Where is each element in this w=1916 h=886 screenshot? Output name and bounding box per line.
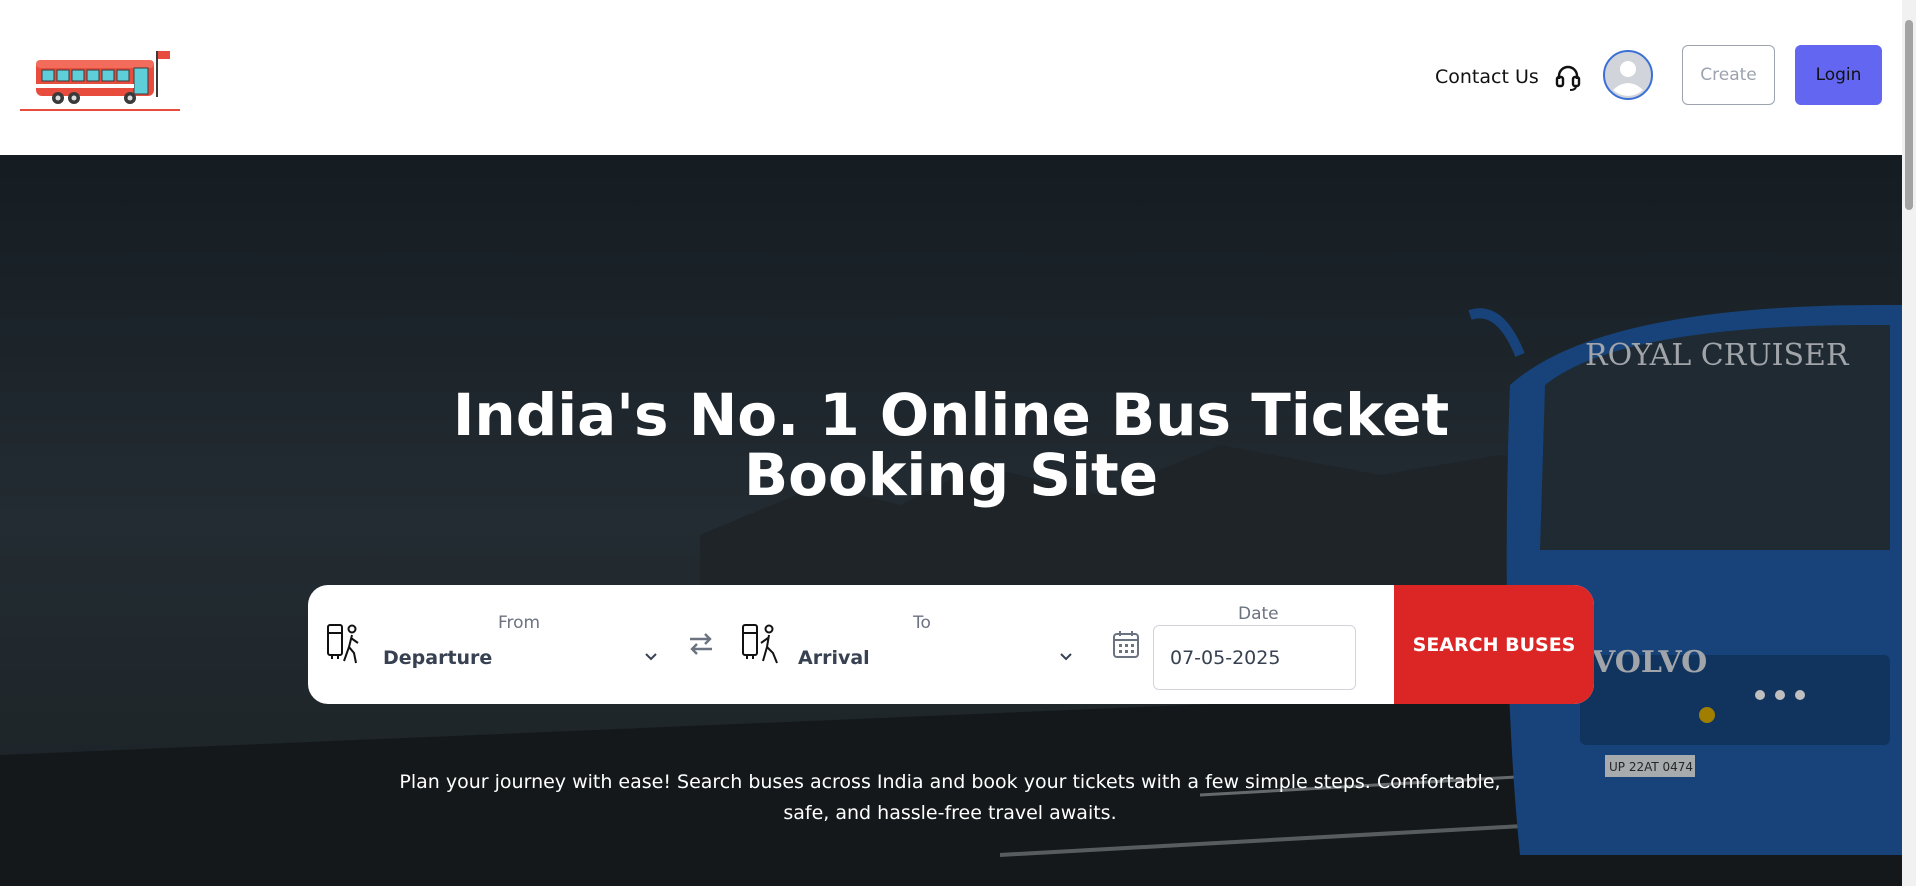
page: Contact Us Create Login ROYAL CRUISER VO… [0,0,1916,886]
chevron-down-icon [1060,653,1072,661]
person-arriving-icon [742,624,778,664]
date-caption: Date [1238,604,1279,624]
contact-us-link[interactable]: Contact Us [1435,62,1583,92]
create-button[interactable]: Create [1682,45,1775,105]
page-scrollbar[interactable] [1902,0,1916,886]
site-header: Contact Us Create Login [0,0,1902,155]
from-value: Departure [383,647,493,669]
search-buses-button[interactable]: SEARCH BUSES [1394,585,1594,704]
bus-logo-icon[interactable] [18,48,182,114]
hero-section: ROYAL CRUISER VOLVO UP 22AT 0474 India's… [0,155,1902,886]
bus-search-form: From Departure To Arrival Date 07-05-202… [308,585,1594,704]
to-value: Arrival [798,647,870,669]
from-caption: From [498,613,541,633]
to-caption: To [913,613,931,633]
calendar-icon [1113,631,1139,658]
login-button[interactable]: Login [1795,45,1882,105]
user-avatar-icon[interactable] [1603,50,1653,100]
hero-title-line1: India's No. 1 Online Bus Ticket [452,381,1450,449]
date-input[interactable]: 07-05-2025 [1153,625,1356,690]
hero-title: India's No. 1 Online Bus Ticket Booking … [0,385,1902,505]
to-field[interactable]: To Arrival [723,585,1083,704]
person-departing-icon [327,624,359,664]
from-field[interactable]: From Departure [308,585,668,704]
scrollbar-thumb[interactable] [1905,20,1913,210]
contact-us-label: Contact Us [1435,66,1539,88]
avatar-silhouette [1606,53,1650,97]
chevron-down-icon [645,653,657,661]
headset-icon [1555,65,1580,91]
hero-title-line2: Booking Site [743,441,1159,509]
swap-arrows-icon[interactable] [686,629,716,659]
hero-description: Plan your journey with ease! Search buse… [399,771,1501,824]
